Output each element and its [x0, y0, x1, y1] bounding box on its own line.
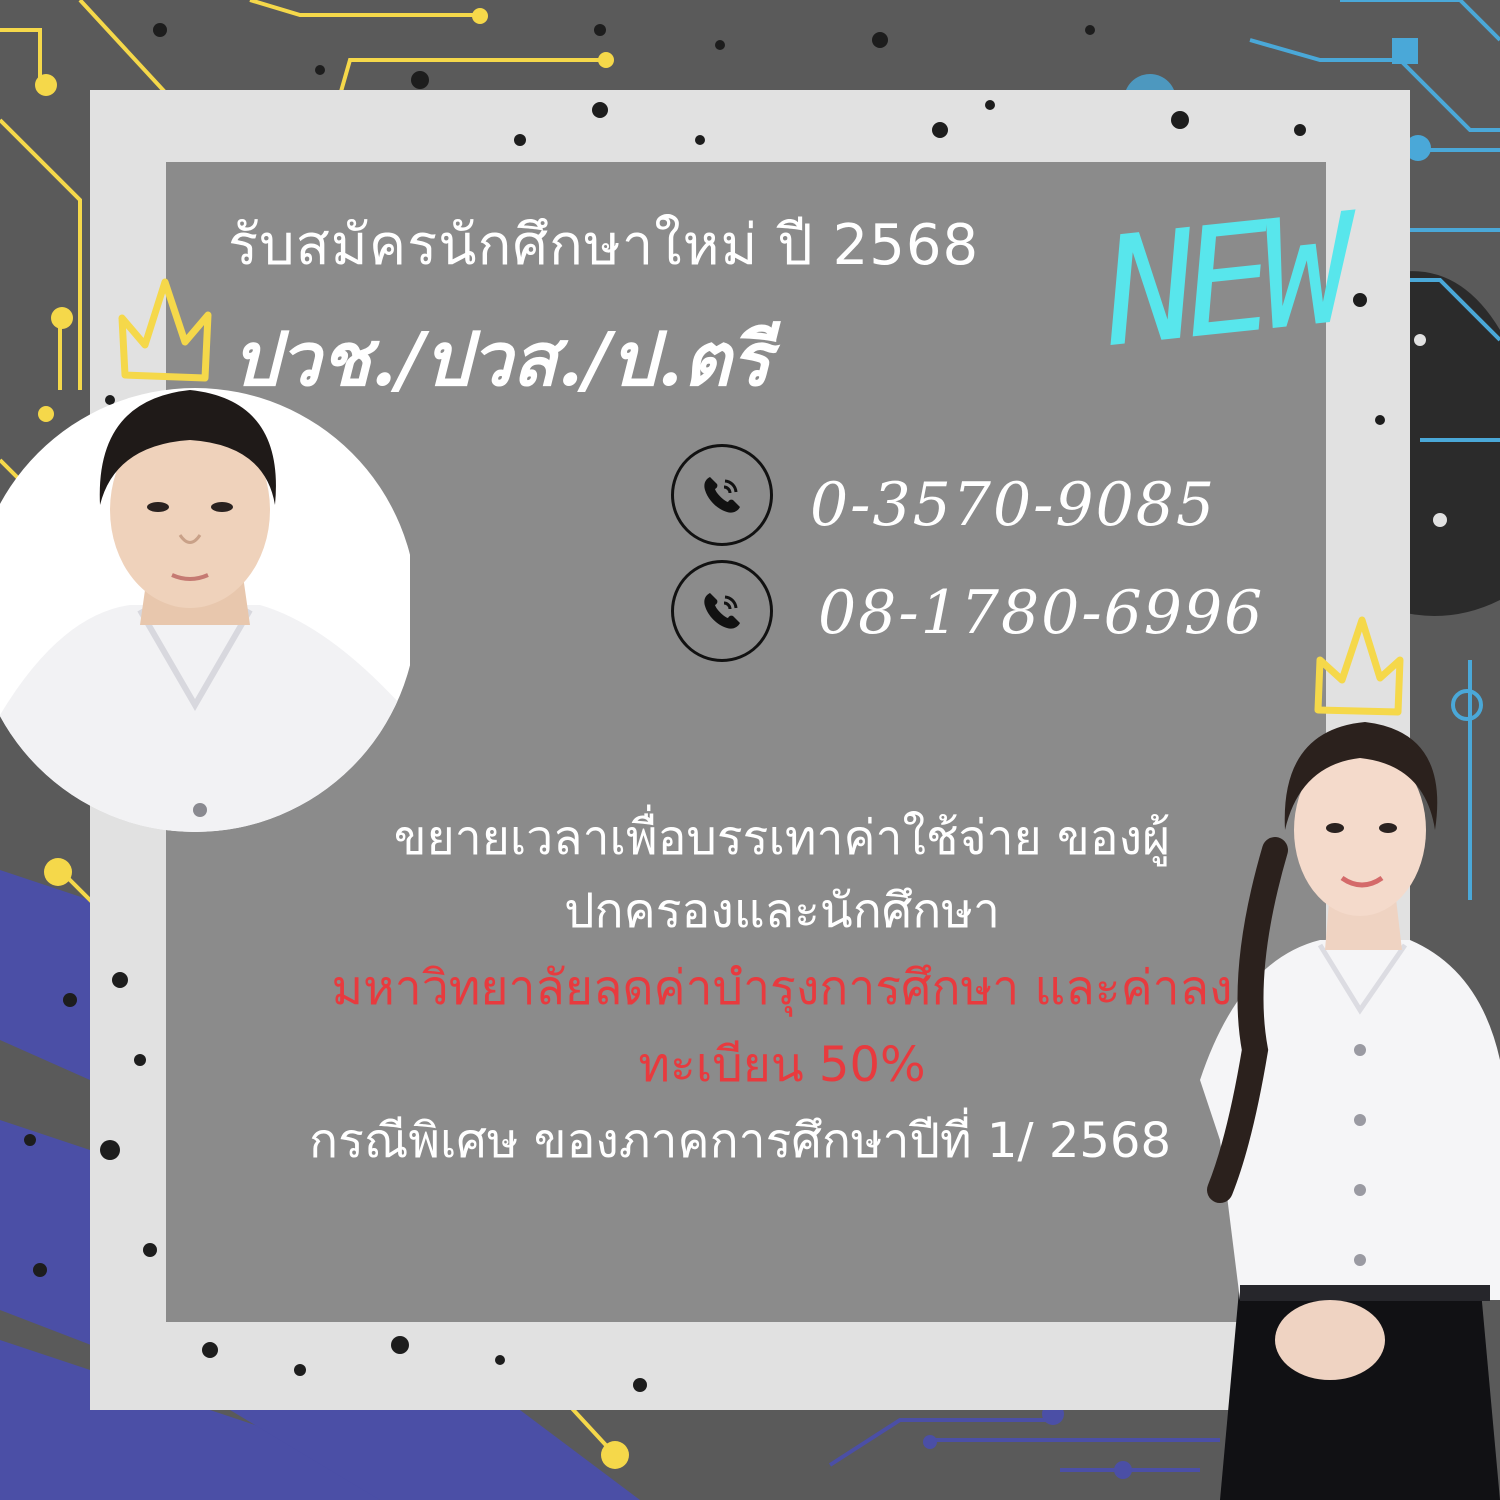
notice-line-term: กรณีพิเศษ ของภาคการศึกษาปีที่ 1/ 2568: [309, 1113, 1171, 1169]
poster: NEW รับสมัครนักศึกษาใหม่ ปี 2568 ปวช./ปว…: [0, 0, 1500, 1500]
crown-icon: [118, 278, 212, 382]
phone-icon[interactable]: [671, 560, 773, 662]
notice-line-2: ปกครองและนักศึกษา: [564, 883, 1000, 939]
phone-icon[interactable]: [671, 444, 773, 546]
student-photo-left: [0, 388, 410, 832]
crown-icon: [1314, 616, 1404, 716]
phone-number-1[interactable]: 0-3570-9085: [810, 470, 1216, 540]
new-badge: NEW: [1096, 183, 1349, 381]
discount-line-1: มหาวิทยาลัยลดค่าบำรุงการศึกษา และค่าลง: [331, 960, 1233, 1016]
phone-number-2[interactable]: 08-1780-6996: [818, 578, 1264, 648]
headline: รับสมัครนักศึกษาใหม่ ปี 2568: [228, 213, 980, 278]
notice-line-1: ขยายเวลาเพื่อบรรเทาค่าใช้จ่าย ของผู้: [393, 810, 1171, 866]
discount-line-2: ทะเบียน 50%: [638, 1037, 926, 1093]
